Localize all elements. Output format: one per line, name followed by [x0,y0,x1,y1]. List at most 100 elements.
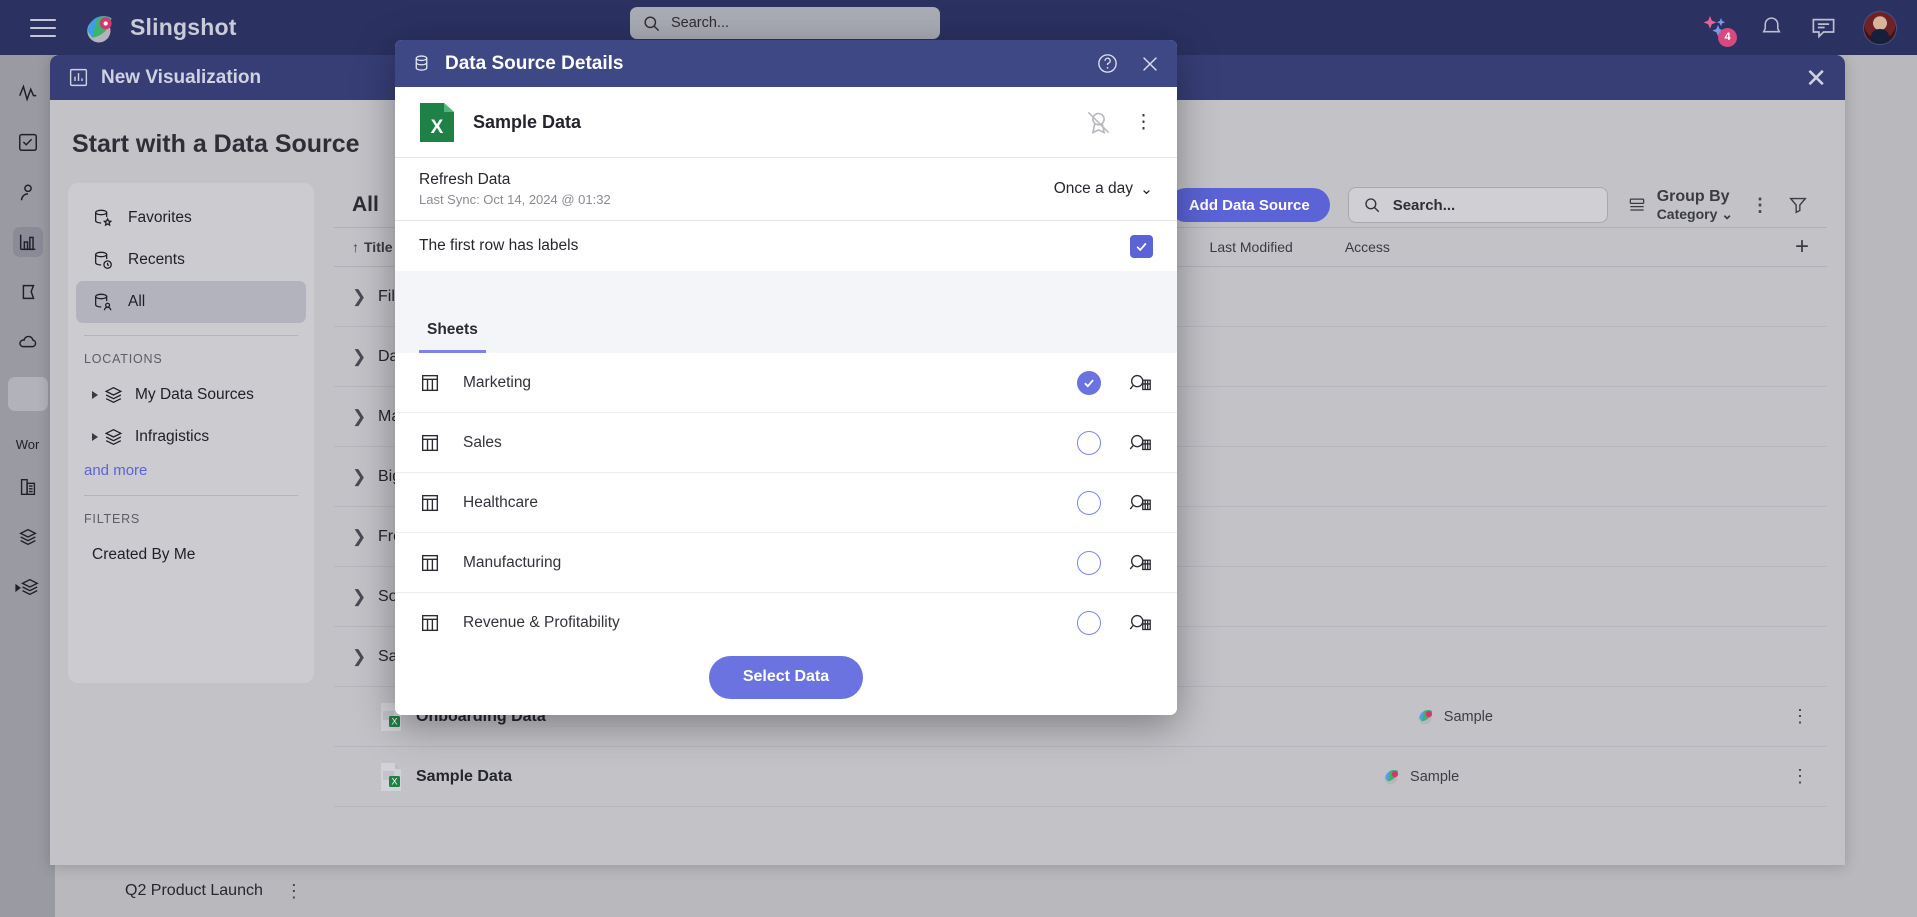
preview-data-icon[interactable] [1127,371,1153,395]
group-by-control[interactable]: Group By Category ⌄ [1626,188,1733,223]
refresh-label: Refresh Data [419,171,511,188]
sheet-name: Sales [463,433,502,451]
cloud-icon[interactable] [13,327,43,357]
first-row-labels-checkbox[interactable] [1130,234,1153,258]
sheet-radio[interactable] [1077,490,1101,515]
database-clock-icon [92,249,114,271]
person-icon[interactable] [13,177,43,207]
help-circle-icon[interactable] [1096,52,1119,75]
chevron-right-icon[interactable]: ❯ [352,347,378,367]
table-icon [419,552,441,574]
list-item[interactable]: Sales [395,413,1177,473]
excel-file-icon: X [419,102,455,143]
row-more-icon[interactable]: ⋮ [1791,766,1809,787]
slingshot-rocket-icon [1383,767,1402,786]
hamburger-icon[interactable] [30,18,56,37]
database-icon [411,53,432,74]
sheet-name: Healthcare [463,493,538,511]
preview-data-icon[interactable] [1127,431,1153,455]
excel-file-icon: X [378,762,404,792]
and-more-link[interactable]: and more [68,458,314,483]
sidebar-item-my-data-sources[interactable]: My Data Sources [76,374,306,416]
column-title[interactable]: ↑ Title [352,239,393,255]
list-item[interactable]: Manufacturing [395,533,1177,593]
left-icon-rail: Wor [0,55,55,917]
list-item[interactable]: Healthcare [395,473,1177,533]
refresh-data-row: Refresh Data Last Sync: Oct 14, 2024 @ 0… [395,157,1177,221]
new-visualization-title: New Visualization [101,66,262,88]
expand-arrow-icon[interactable] [92,433,98,441]
list-item[interactable]: Revenue & Profitability [395,593,1177,639]
group-by-icon [1626,195,1648,215]
sheet-radio-selected[interactable] [1077,370,1101,395]
sidebar-item-label: Infragistics [135,428,210,445]
chevron-right-icon[interactable]: ❯ [352,407,378,427]
bar-chart-icon [68,67,89,88]
chevron-right-icon[interactable]: ❯ [352,467,378,487]
expand-arrow-icon[interactable] [92,391,98,399]
preview-data-icon[interactable] [1127,491,1153,515]
avatar[interactable] [1863,10,1897,45]
global-search-input[interactable]: Search... [630,7,940,39]
workspace-more-icon[interactable]: ⋮ [285,881,303,902]
list-search-input[interactable]: Search... [1347,187,1608,223]
sheet-radio[interactable] [1077,610,1101,635]
first-row-labels-row: The first row has labels [395,221,1177,271]
bottom-workspace-bar: Q2 Product Launch ⋮ [50,865,1845,917]
last-sync-text: Last Sync: Oct 14, 2024 @ 01:32 [419,192,611,207]
bell-icon[interactable] [1759,15,1784,40]
sidebar-item-created-by-me[interactable]: Created By Me [76,534,306,576]
preview-data-icon[interactable] [1127,611,1153,635]
column-access[interactable]: Access [1345,239,1390,255]
workspace-label: Wor [15,437,40,452]
sidebar-item-label: All [128,293,146,310]
ai-sparkles-icon[interactable]: 4 [1699,13,1737,47]
chart-icon[interactable] [12,227,43,257]
filter-icon[interactable] [1787,194,1809,216]
group-by-value: Category ⌄ [1656,205,1733,222]
sheet-radio[interactable] [1077,430,1101,455]
more-vertical-icon[interactable]: ⋮ [1751,195,1769,216]
layers-expand-icon[interactable] [13,572,43,602]
filters-caption: FILTERS [84,512,141,526]
tab-sheets[interactable]: Sheets [419,321,486,353]
sheet-name: Revenue & Profitability [463,613,620,631]
certification-off-icon[interactable] [1085,109,1112,136]
modal-title: Data Source Details [445,52,624,74]
sheet-radio[interactable] [1077,550,1101,575]
more-vertical-icon[interactable]: ⋮ [1134,111,1153,134]
bookmark-icon[interactable] [13,277,43,307]
add-column-icon[interactable]: + [1795,235,1809,259]
task-icon[interactable] [13,127,43,157]
brand[interactable]: Slingshot [84,11,237,45]
svg-text:X: X [431,117,444,138]
add-data-source-button[interactable]: Add Data Source [1168,188,1330,222]
access-tag: Sample [1383,767,1459,786]
close-icon[interactable]: ✕ [1805,65,1827,91]
tab-all[interactable]: All [352,193,379,217]
chevron-right-icon[interactable]: ❯ [352,587,378,607]
sidebar-item-all[interactable]: All [76,281,306,323]
table-icon [419,492,441,514]
table-icon [419,372,441,394]
chat-icon[interactable] [1810,14,1837,41]
list-item[interactable]: Marketing [395,353,1177,413]
building-icon[interactable] [13,472,43,502]
table-row[interactable]: X Sample Data Sample ⋮ [334,747,1827,807]
column-last-modified[interactable]: Last Modified [1210,239,1293,255]
layers-icon[interactable] [13,522,43,552]
chevron-right-icon[interactable]: ❯ [352,287,378,307]
activity-icon[interactable] [13,77,43,107]
refresh-frequency-dropdown[interactable]: Once a day ⌄ [1054,180,1153,199]
sidebar-item-infragistics[interactable]: Infragistics [76,416,306,458]
sidebar-item-favorites[interactable]: Favorites [76,197,306,239]
preview-data-icon[interactable] [1127,551,1153,575]
row-more-icon[interactable]: ⋮ [1791,706,1809,727]
chevron-down-icon[interactable]: ❯ [352,647,378,667]
workspace-name[interactable]: Q2 Product Launch [125,882,263,900]
chevron-right-icon[interactable]: ❯ [352,527,378,547]
select-data-button[interactable]: Select Data [708,655,864,699]
database-person-icon [92,291,114,313]
close-icon[interactable] [1139,53,1161,75]
sidebar-item-recents[interactable]: Recents [76,239,306,281]
